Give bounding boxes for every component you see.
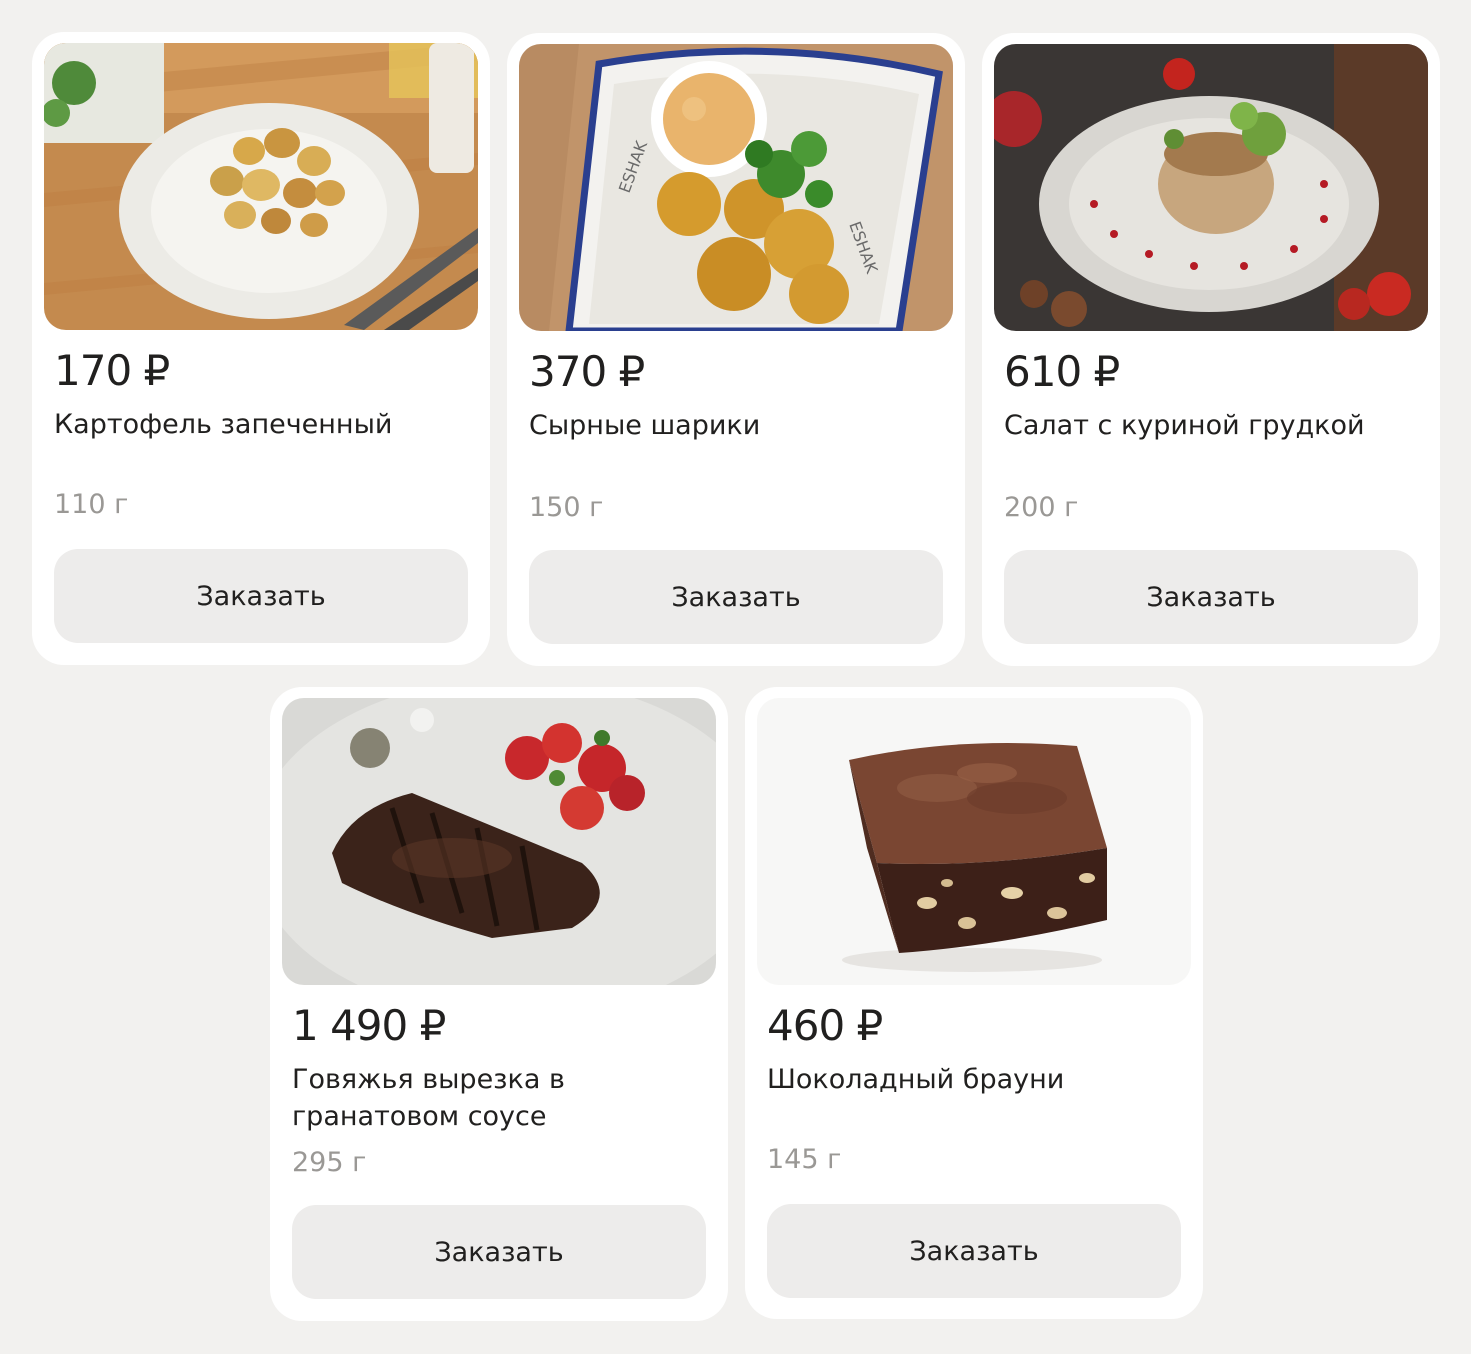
order-button[interactable]: Заказать [1004, 550, 1418, 644]
chicken-salad-photo[interactable] [994, 44, 1428, 331]
product-name: Говяжья вырезка в гранатовом соусе [292, 1064, 565, 1132]
chocolate-brownie-photo[interactable] [757, 698, 1191, 985]
baked-potatoes-photo[interactable] [44, 43, 478, 330]
product-card[interactable]: ESHAK ESHAK 370 ₽ Сырные шарики 150 г За… [507, 33, 965, 666]
order-button[interactable]: Заказать [529, 550, 943, 644]
product-weight: 295 г [292, 1147, 367, 1178]
product-price: 370 ₽ [529, 347, 645, 396]
beef-tenderloin-photo[interactable] [282, 698, 716, 985]
product-card[interactable]: 170 ₽ Картофель запеченный 110 г Заказат… [32, 32, 490, 665]
product-price: 170 ₽ [54, 346, 170, 395]
product-card[interactable]: 610 ₽ Салат с куриной грудкой 200 г Зака… [982, 33, 1440, 666]
product-price: 460 ₽ [767, 1001, 883, 1050]
product-weight: 145 г [767, 1144, 842, 1175]
product-name: Сырные шарики [529, 410, 761, 441]
product-name: Шоколадный брауни [767, 1064, 1065, 1095]
product-name: Салат с куриной грудкой [1004, 410, 1365, 441]
product-name: Картофель запеченный [54, 409, 393, 440]
product-price: 1 490 ₽ [292, 1001, 446, 1050]
product-card[interactable]: 1 490 ₽ Говяжья вырезка в гранатовом соу… [270, 687, 728, 1321]
product-weight: 150 г [529, 492, 604, 523]
product-weight: 200 г [1004, 492, 1079, 523]
order-button[interactable]: Заказать [767, 1204, 1181, 1298]
order-button[interactable]: Заказать [54, 549, 468, 643]
product-card[interactable]: 460 ₽ Шоколадный брауни 145 г Заказать [745, 687, 1203, 1319]
product-price: 610 ₽ [1004, 347, 1120, 396]
order-button[interactable]: Заказать [292, 1205, 706, 1299]
product-weight: 110 г [54, 489, 129, 520]
cheese-balls-photo[interactable]: ESHAK ESHAK [519, 44, 953, 331]
